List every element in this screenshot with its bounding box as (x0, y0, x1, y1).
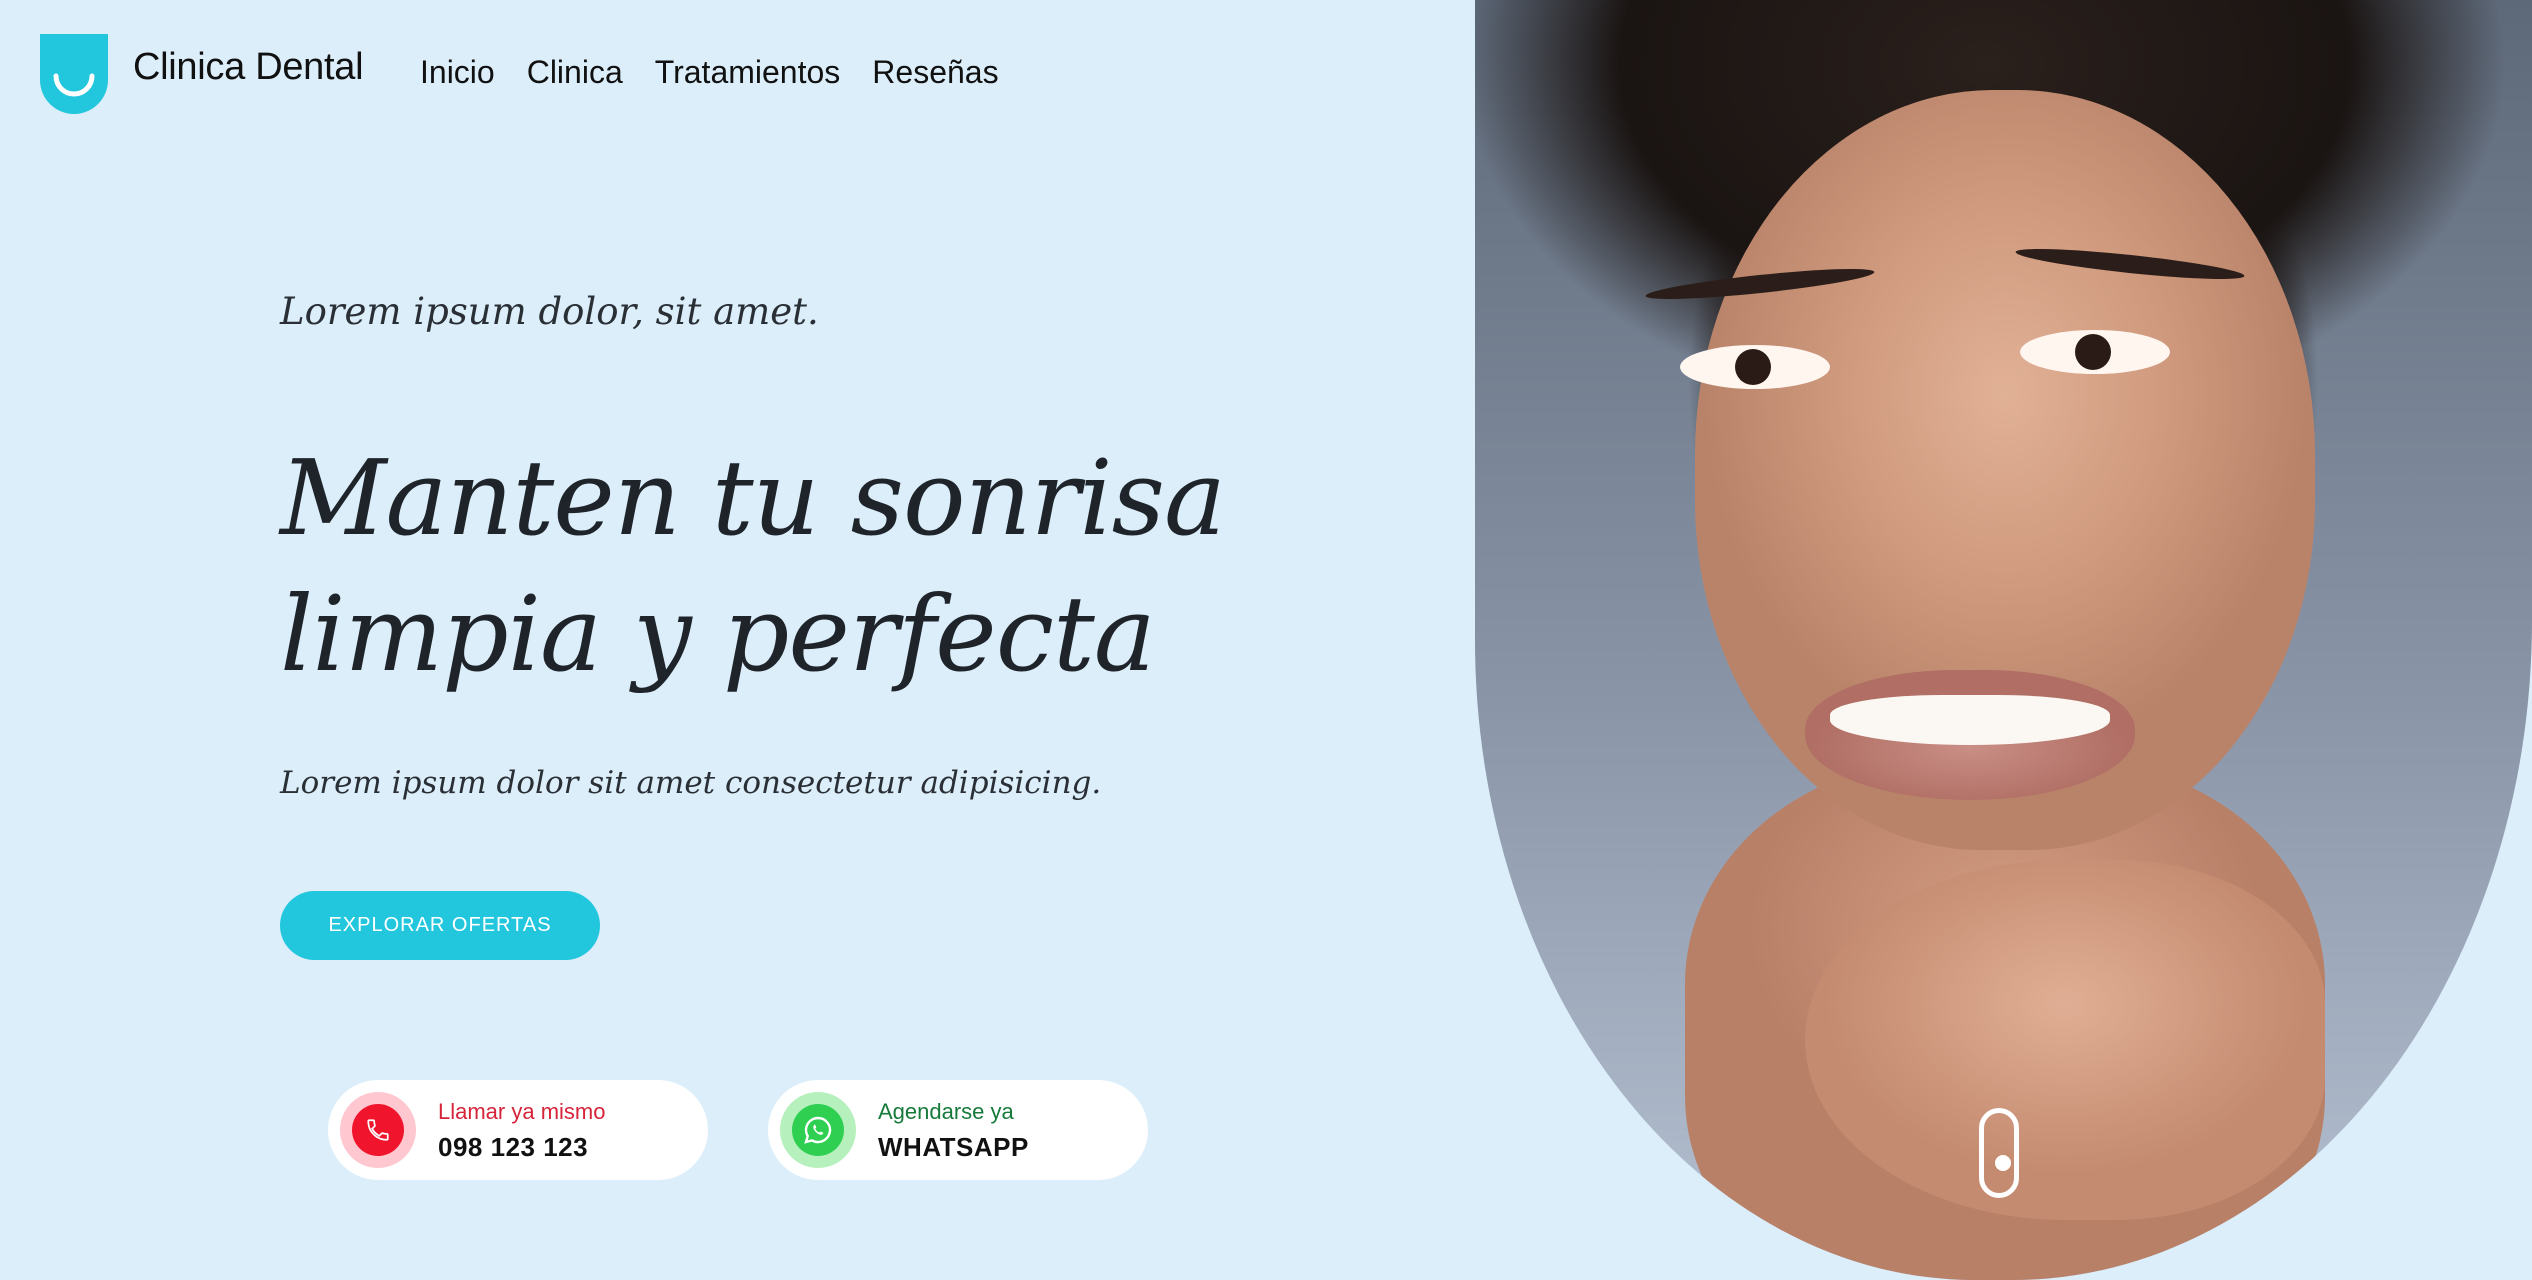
whatsapp-button[interactable]: Agendarse ya WHATSAPP (768, 1080, 1148, 1180)
main-nav: Inicio Clinica Tratamientos Reseñas (420, 54, 999, 91)
phone-icon (352, 1104, 404, 1156)
nav-item-clinica[interactable]: Clinica (527, 54, 623, 91)
hero-headline: Manten tu sonrisa limpia y perfecta (280, 430, 1400, 702)
call-label: Llamar ya mismo (438, 1099, 606, 1124)
headline-line-1: Manten tu sonrisa (280, 437, 1226, 559)
whatsapp-value: WHATSAPP (878, 1132, 1029, 1162)
photo-eye-left (1680, 345, 1830, 389)
photo-hand (1805, 860, 2325, 1220)
whatsapp-label: Agendarse ya (878, 1099, 1014, 1124)
headline-line-2: limpia y perfecta (280, 573, 1156, 695)
hero-subtitle: Lorem ipsum dolor sit amet consectetur a… (280, 765, 1102, 801)
whatsapp-icon (792, 1104, 844, 1156)
hero-photo (1475, 0, 2532, 1280)
photo-teeth (1830, 695, 2110, 745)
phone-number: 098 123 123 (438, 1132, 589, 1162)
nav-item-resenas[interactable]: Reseñas (872, 54, 998, 91)
phone-icon-ring (340, 1092, 416, 1168)
call-now-button[interactable]: Llamar ya mismo 098 123 123 (328, 1080, 708, 1180)
photo-eye-right (2020, 330, 2170, 374)
nav-item-tratamientos[interactable]: Tratamientos (655, 54, 841, 91)
scroll-dot (1995, 1155, 2011, 1171)
scroll-down-indicator[interactable] (1979, 1108, 2019, 1198)
explore-offers-button[interactable]: EXPLORAR OFERTAS (280, 891, 600, 960)
hero-eyebrow: Lorem ipsum dolor, sit amet. (280, 290, 819, 333)
whatsapp-icon-ring (780, 1092, 856, 1168)
brand-name[interactable]: Clinica Dental (133, 46, 364, 89)
nav-item-inicio[interactable]: Inicio (420, 54, 495, 91)
logo-icon[interactable] (40, 34, 108, 114)
